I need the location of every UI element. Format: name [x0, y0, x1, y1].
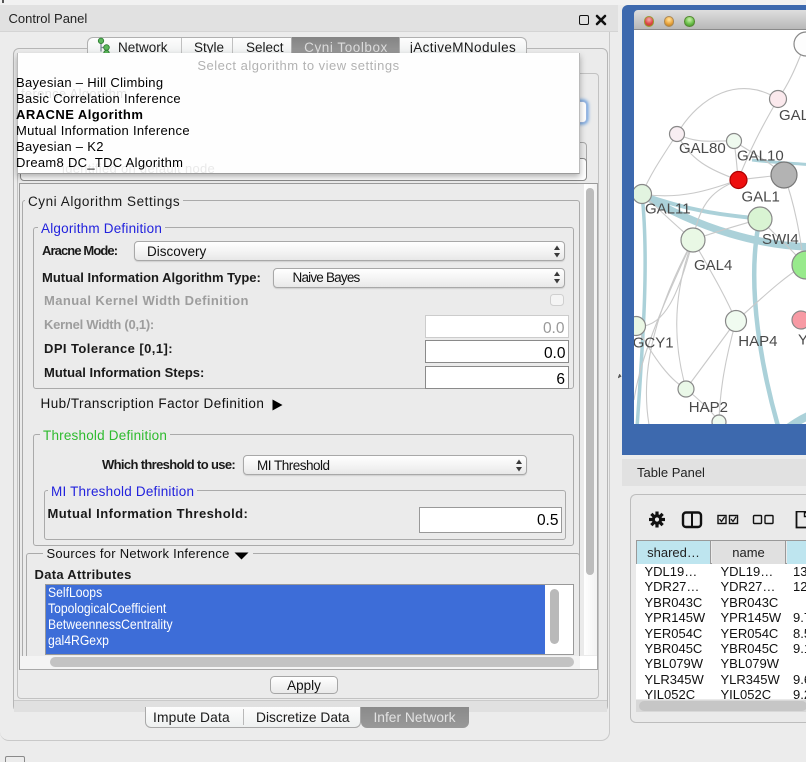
svg-text:HAP2: HAP2 — [689, 399, 728, 416]
svg-text:GCY1: GCY1 — [634, 335, 674, 352]
svg-text:GAL11: GAL11 — [645, 201, 691, 218]
svg-text:GAL80: GAL80 — [679, 140, 726, 157]
svg-text:SWI4: SWI4 — [762, 231, 799, 248]
svg-text:GAL10: GAL10 — [737, 148, 784, 165]
svg-text:HAP4: HAP4 — [738, 333, 777, 350]
svg-text:GAL8: GAL8 — [779, 107, 806, 124]
svg-text:Y: Y — [798, 332, 806, 349]
svg-text:GAL4: GAL4 — [694, 257, 732, 274]
svg-text:GAL1: GAL1 — [742, 189, 780, 206]
